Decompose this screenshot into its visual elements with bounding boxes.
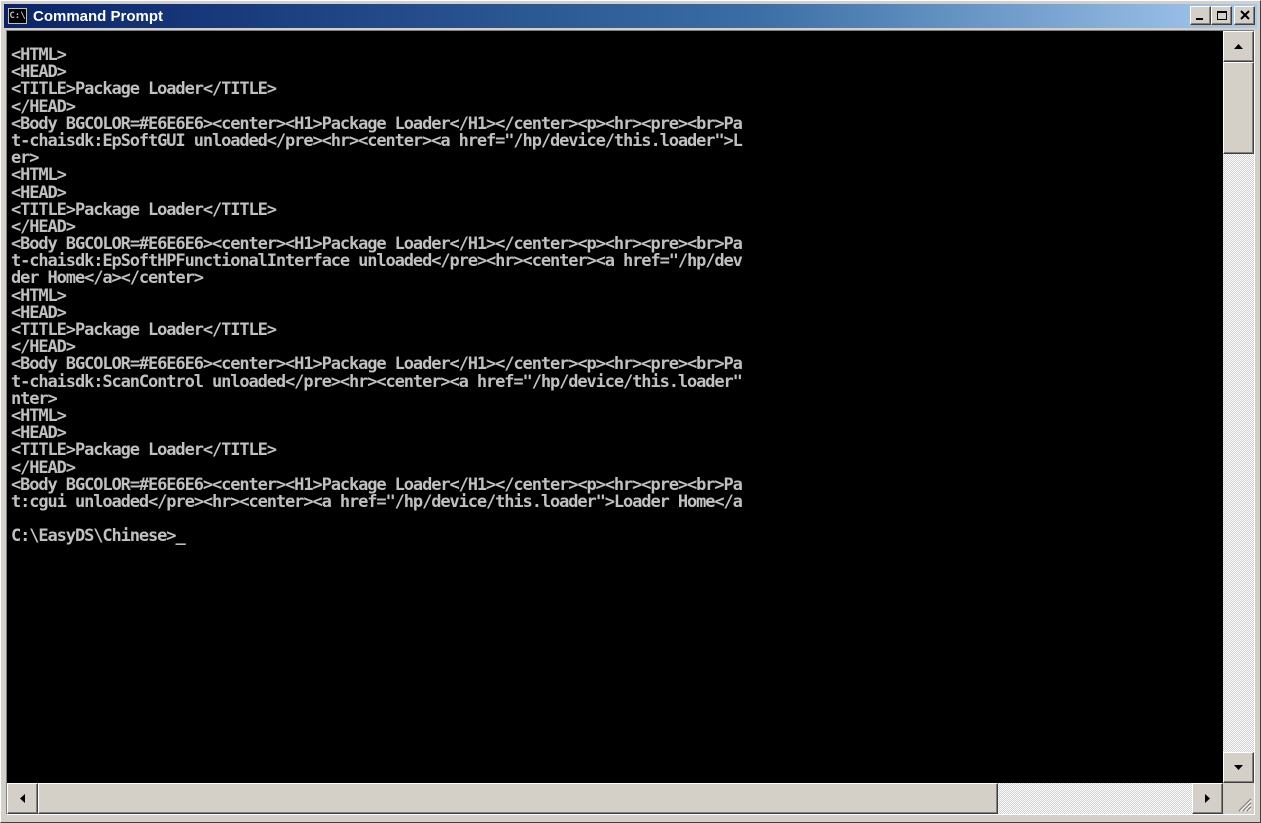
horizontal-scrollbar[interactable] [7,783,1223,814]
scroll-left-button[interactable] [7,783,38,814]
console-line: <HTML> [11,165,67,186]
console-app-icon[interactable]: C:\ [8,8,27,24]
size-grip[interactable] [1223,783,1254,814]
scroll-right-button[interactable] [1192,783,1223,814]
console-line: <TITLE>Package Loader</TITLE> [11,199,277,220]
console-line: t:cgui unloaded</pre><hr><center><a href… [11,491,743,512]
console-line: der Home</a></center> [11,268,204,289]
horizontal-scroll-thumb[interactable] [38,783,998,814]
console-line: <HTML> [11,45,67,65]
console-line: nter> [11,388,58,409]
command-prompt-window: C:\ Command Prompt <HTML> <HEAD> <TITLE>Pa… [0,0,1261,823]
prompt-text: C:\EasyDS\Chinese> [11,526,177,547]
window-title: Command Prompt [33,7,164,25]
console-line: er> [11,148,40,169]
console-line: <HTML> [11,405,67,426]
left-arrow-icon [20,794,25,803]
console-line: <Body BGCOLOR=#E6E6E6><center><H1>Packag… [11,354,743,375]
command-prompt-line: C:\EasyDS\Chinese>_ [11,528,742,545]
maximize-icon [1217,11,1227,20]
text-cursor: _ [175,526,185,547]
console-client-area: <HTML> <HEAD> <TITLE>Package Loader</TITLE… [6,30,1255,815]
vertical-scroll-thumb[interactable] [1223,62,1254,154]
close-button[interactable] [1234,6,1255,25]
up-arrow-icon [1234,44,1243,49]
console-line: <HTML> [11,285,67,306]
title-bar[interactable]: C:\ Command Prompt [4,4,1257,28]
console-line: t-chaisdk:EpSoftGUI unloaded</pre><hr><c… [11,130,743,151]
caption-buttons [1190,6,1255,25]
scroll-up-button[interactable] [1223,31,1254,62]
close-icon [1240,10,1250,20]
down-arrow-icon [1234,765,1243,770]
scroll-down-button[interactable] [1223,752,1254,783]
console-line: <TITLE>Package Loader</TITLE> [11,79,277,100]
console-line: t-chaisdk:ScanControl unloaded</pre><hr>… [11,371,743,392]
minimize-button[interactable] [1190,6,1211,25]
console-line: <TITLE>Package Loader</TITLE> [11,440,277,461]
console-line: <TITLE>Package Loader</TITLE> [11,320,277,340]
right-arrow-icon [1205,794,1210,803]
console-output[interactable]: <HTML> <HEAD> <TITLE>Package Loader</TITLE… [7,31,1223,783]
resize-grip-icon [1238,798,1252,812]
maximize-button[interactable] [1211,6,1232,25]
vertical-scrollbar[interactable] [1223,31,1254,783]
minimize-icon [1196,18,1203,20]
console-text: <HTML> <HEAD> <TITLE>Package Loader</TITLE… [11,45,743,545]
